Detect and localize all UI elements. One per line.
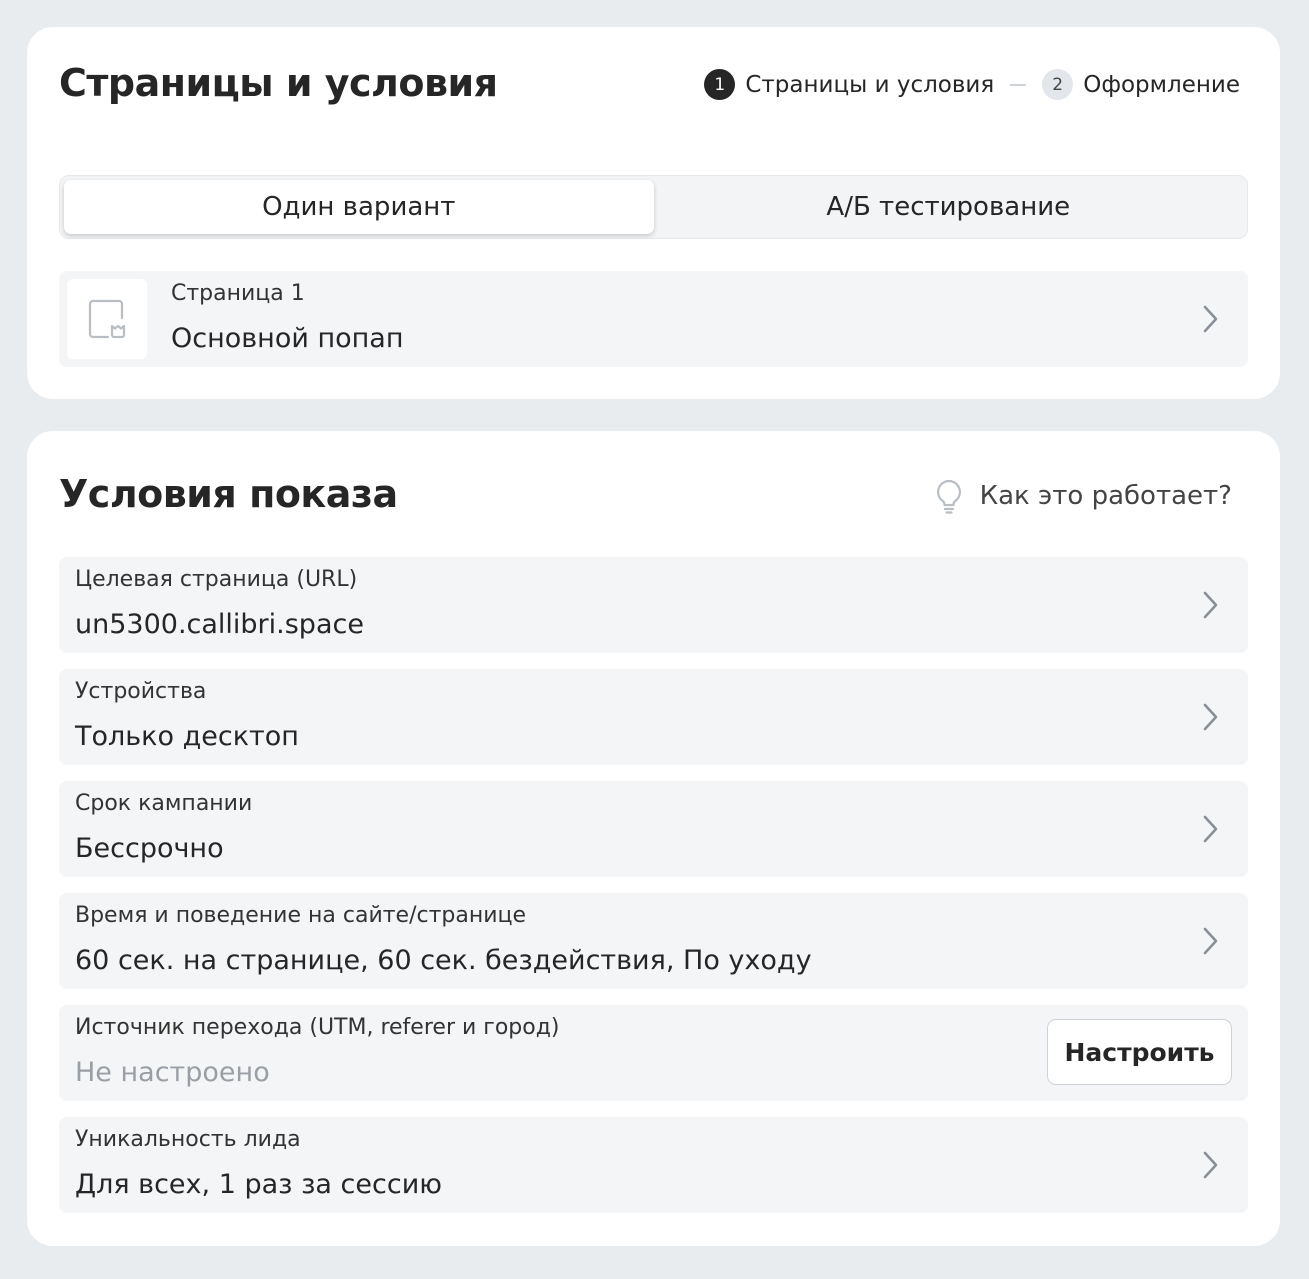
- how-it-works-label: Как это работает?: [979, 481, 1232, 511]
- condition-label: Устройства: [75, 679, 207, 704]
- condition-row-traffic-source: Источник перехода (UTM, referer и город)…: [59, 1005, 1248, 1101]
- condition-row-campaign-period[interactable]: Срок кампании Бессрочно: [59, 781, 1248, 877]
- chevron-right-icon: [1203, 1151, 1218, 1179]
- segment-ab-testing[interactable]: А/Б тестирование: [654, 180, 1244, 234]
- step-2[interactable]: 2 Оформление: [1042, 69, 1240, 100]
- chevron-right-icon: [1203, 305, 1218, 333]
- step-2-label: Оформление: [1083, 71, 1240, 98]
- conditions-card: Условия показа Как это работает? Целевая…: [27, 431, 1280, 1246]
- page-row[interactable]: Страница 1 Основной попап: [59, 271, 1248, 367]
- condition-value: Не настроено: [75, 1057, 270, 1088]
- variant-mode-switch: Один вариант А/Б тестирование: [59, 175, 1248, 239]
- condition-label: Целевая страница (URL): [75, 567, 358, 592]
- condition-row-time-behavior[interactable]: Время и поведение на сайте/странице 60 с…: [59, 893, 1248, 989]
- chevron-right-icon: [1203, 815, 1218, 843]
- condition-label: Срок кампании: [75, 791, 253, 816]
- chevron-right-icon: [1203, 591, 1218, 619]
- section-title: Условия показа: [59, 472, 398, 516]
- condition-label: Источник перехода (UTM, referer и город): [75, 1015, 560, 1040]
- page-row-value: Основной попап: [171, 323, 404, 354]
- page-title: Страницы и условия: [59, 61, 498, 105]
- condition-row-lead-uniqueness[interactable]: Уникальность лида Для всех, 1 раз за сес…: [59, 1117, 1248, 1213]
- configure-button[interactable]: Настроить: [1047, 1019, 1232, 1085]
- chevron-right-icon: [1203, 703, 1218, 731]
- condition-value: Бессрочно: [75, 833, 224, 864]
- stepper-separator: [1010, 83, 1027, 86]
- how-it-works-link[interactable]: Как это работает?: [934, 478, 1232, 514]
- step-1-number: 1: [704, 69, 736, 100]
- condition-value: 60 сек. на странице, 60 сек. бездействия…: [75, 945, 812, 976]
- condition-row-devices[interactable]: Устройства Только десктоп: [59, 669, 1248, 765]
- condition-value: Для всех, 1 раз за сессию: [75, 1169, 442, 1200]
- page-row-label: Страница 1: [171, 281, 305, 306]
- condition-value: un5300.callibri.space: [75, 609, 364, 640]
- chevron-right-icon: [1203, 927, 1218, 955]
- step-1-label: Страницы и условия: [745, 71, 995, 98]
- step-1[interactable]: 1 Страницы и условия: [704, 69, 994, 100]
- step-2-number: 2: [1042, 69, 1074, 100]
- popup-page-icon: [67, 279, 147, 359]
- condition-label: Время и поведение на сайте/странице: [75, 903, 527, 928]
- lightbulb-icon: [936, 479, 961, 514]
- segment-single-variant[interactable]: Один вариант: [64, 180, 654, 234]
- condition-value: Только десктоп: [75, 721, 299, 752]
- stepper: 1 Страницы и условия 2 Оформление: [704, 69, 1240, 100]
- condition-label: Уникальность лида: [75, 1127, 301, 1152]
- condition-row-target-url[interactable]: Целевая страница (URL) un5300.callibri.s…: [59, 557, 1248, 653]
- pages-card: Страницы и условия 1 Страницы и условия …: [27, 27, 1280, 399]
